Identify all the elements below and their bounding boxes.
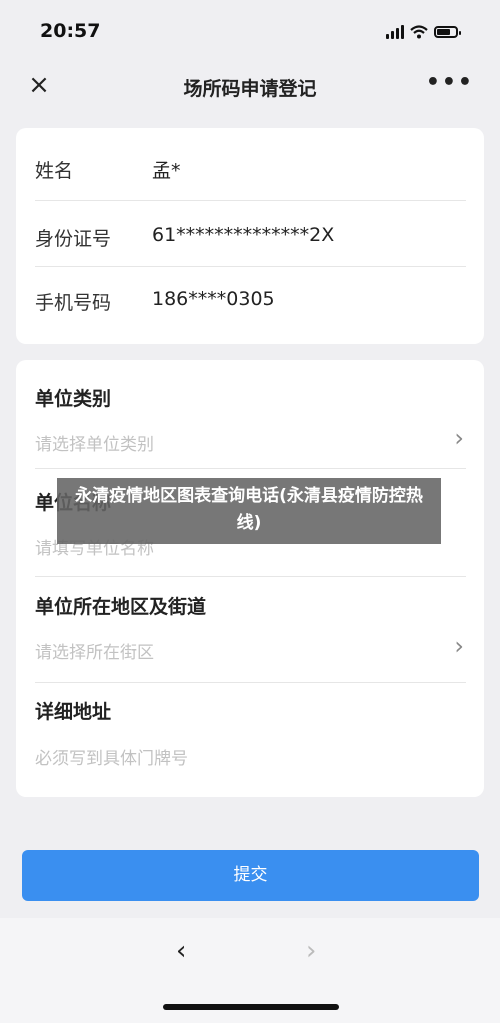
id-number-label: 身份证号: [35, 228, 112, 250]
id-number-value: 61**************2X: [152, 224, 335, 246]
phone-value: 186****0305: [152, 288, 275, 310]
chevron-right-icon: ›: [454, 424, 464, 452]
id-number-row: 身份证号 61**************2X: [16, 200, 484, 266]
unit-area-select[interactable]: 请选择所在街区 ›: [16, 630, 484, 670]
nav-bar: × 场所码申请登记 •••: [0, 62, 500, 110]
wifi-icon: [410, 25, 428, 39]
name-row: 姓名 孟*: [16, 128, 484, 200]
forward-arrow-icon[interactable]: ›: [306, 936, 316, 966]
unit-type-label: 单位类别: [35, 388, 112, 410]
more-icon[interactable]: •••: [426, 70, 474, 95]
home-indicator[interactable]: [163, 1004, 339, 1010]
back-arrow-icon[interactable]: ‹: [176, 936, 186, 966]
unit-form-card: 单位类别 请选择单位类别 › 单位名称 请填写单位名称 单位所在地区及街道 请选…: [16, 360, 484, 797]
submit-button[interactable]: 提交: [22, 850, 479, 901]
name-value: 孟*: [152, 160, 181, 182]
bottom-bar: ‹ ›: [0, 918, 500, 1023]
unit-area-label: 单位所在地区及街道: [35, 596, 207, 618]
chevron-right-icon: ›: [454, 632, 464, 660]
battery-icon: [434, 26, 461, 38]
phone-row: 手机号码 186****0305: [16, 266, 484, 344]
address-input[interactable]: 必须写到具体门牌号: [16, 736, 484, 776]
divider: [35, 468, 466, 469]
unit-area-placeholder[interactable]: 请选择所在街区: [35, 638, 154, 663]
unit-type-select[interactable]: 请选择单位类别 ›: [16, 420, 484, 460]
address-placeholder[interactable]: 必须写到具体门牌号: [35, 744, 188, 769]
divider: [35, 682, 466, 683]
unit-type-placeholder[interactable]: 请选择单位类别: [35, 430, 154, 455]
divider: [35, 576, 466, 577]
signal-icon: [386, 25, 404, 39]
phone-label: 手机号码: [35, 292, 112, 314]
caption-overlay: 永清疫情地区图表查询电话(永清县疫情防控热线): [57, 478, 441, 544]
status-icons: [386, 22, 461, 42]
status-time: 20:57: [40, 20, 101, 42]
name-label: 姓名: [35, 160, 74, 182]
address-label: 详细地址: [35, 701, 112, 723]
identity-card: 姓名 孟* 身份证号 61**************2X 手机号码 186**…: [16, 128, 484, 344]
status-bar: 20:57: [0, 0, 500, 62]
